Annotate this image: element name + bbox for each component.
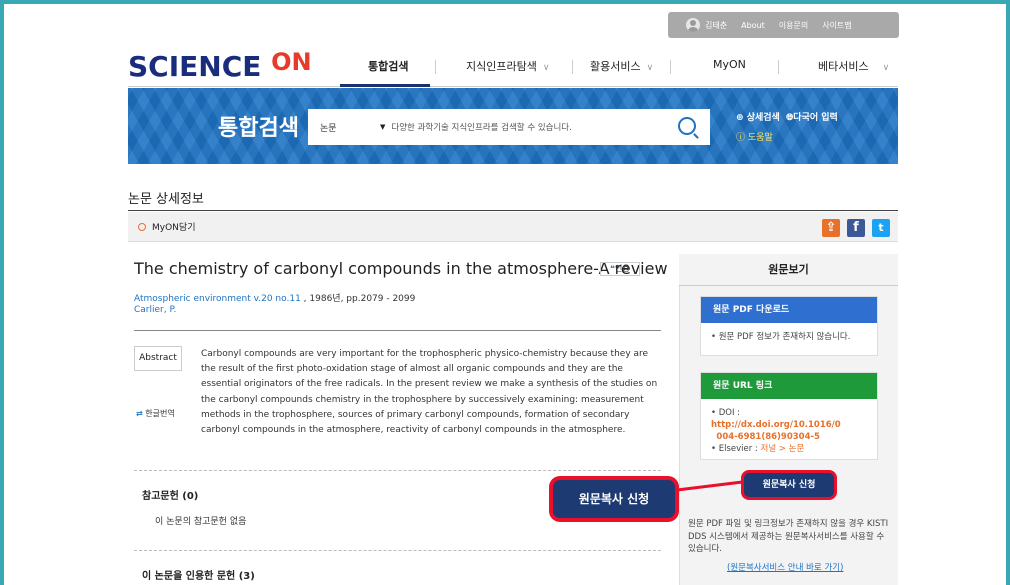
cite-button[interactable]: ❝인용	[600, 262, 640, 276]
nav-item-myon[interactable]: MyON	[713, 58, 746, 71]
references-empty: 이 논문의 참고문헌 없음	[155, 517, 247, 527]
search-box: 논문 ▼ 다양한 과학기술 지식인프라를 검색할 수 있습니다.	[308, 109, 710, 145]
journal-info: Atmospheric environment v.20 no.11 , 198…	[134, 291, 415, 304]
nav-item-services[interactable]: 활용서비스 ∨	[590, 58, 653, 74]
page-title: 논문 상세정보	[128, 192, 204, 207]
nav-divider	[778, 60, 779, 74]
chevron-down-icon: ∨	[646, 63, 654, 73]
doi-link-cont[interactable]: 004-6981(86)90304-5	[716, 432, 820, 442]
logo-accent: ON	[271, 48, 312, 76]
myon-bar: MyON담기	[128, 212, 898, 242]
help-label: 도움말	[747, 133, 773, 143]
info-icon: ⓘ	[736, 133, 746, 143]
advanced-search-label: 상세검색	[746, 113, 780, 123]
chevron-down-icon: ∨	[882, 63, 890, 73]
journal-link[interactable]: Atmospheric environment v.20 no.11	[134, 294, 301, 304]
zoom-plus-icon: ⊕	[736, 113, 744, 123]
copy-service-guide-link[interactable]: (원문복사서비스 안내 바로 가기)	[727, 561, 843, 573]
search-banner: 통합검색 논문 ▼ 다양한 과학기술 지식인프라를 검색할 수 있습니다. ⊕ …	[128, 88, 898, 164]
journal-year-pages: , 1986년, pp.2079 - 2099	[300, 294, 416, 304]
nav-divider	[435, 60, 436, 74]
user-avatar-icon[interactable]	[686, 18, 700, 32]
copy-service-note: 원문 PDF 파일 및 링크정보가 존재하지 않을 경우 KISTI DDS 시…	[688, 519, 889, 554]
doi-link[interactable]: http://dx.doi.org/10.1016/0	[711, 420, 841, 430]
search-input[interactable]: 다양한 과학기술 지식인프라를 검색할 수 있습니다.	[391, 121, 571, 133]
section-divider	[134, 550, 661, 551]
nav-item-knowledge[interactable]: 지식인프라탐색 ∨	[466, 58, 549, 74]
doi-label: DOI :	[718, 408, 741, 418]
nav-item-integrated-search[interactable]: 통합검색	[368, 58, 408, 74]
about-link[interactable]: About	[741, 21, 765, 30]
user-name[interactable]: 김태춘	[705, 20, 727, 31]
search-icon[interactable]	[678, 117, 696, 135]
translate-button[interactable]: ⇄ 한글번역	[136, 408, 175, 419]
banner-title: 통합검색	[218, 116, 299, 141]
search-category-select[interactable]: 논문	[320, 121, 380, 134]
nav-divider	[670, 60, 671, 74]
sitemap-link[interactable]: 사이트맵	[822, 20, 851, 31]
twitter-icon[interactable]: t	[872, 219, 890, 237]
section-divider	[134, 470, 661, 471]
nav-bottom-line	[128, 86, 898, 87]
translate-label: 한글번역	[145, 409, 175, 418]
nav-item-beta[interactable]: 베타서비스 ∨	[818, 58, 889, 74]
utility-bar: 김태춘 About 이용문의 사이트맵	[668, 12, 899, 38]
abstract-tab[interactable]: Abstract	[134, 346, 182, 371]
abstract-text: Carbonyl compounds are very important fo…	[201, 349, 658, 436]
cite-label: 인용	[614, 264, 630, 273]
copy-request-button[interactable]: 원문복사 신청	[744, 473, 834, 497]
nav-label: 지식인프라탐색	[466, 60, 537, 73]
url-link-body: • DOI : http://dx.doi.org/10.1016/0 004-…	[711, 408, 841, 454]
chevron-down-icon: ∨	[542, 63, 550, 73]
elsevier-link[interactable]: 저널 > 논문	[761, 444, 805, 454]
logo-text: SCIENCE	[128, 50, 262, 83]
copy-request-callout[interactable]: 원문복사 신청	[553, 480, 675, 518]
share-icon[interactable]: ⇪	[822, 219, 840, 237]
pdf-download-header: 원문 PDF 다운로드	[701, 297, 877, 323]
nav-label: 활용서비스	[590, 60, 641, 73]
article-title: The chemistry of carbonyl compounds in t…	[134, 259, 668, 278]
main-nav: 통합검색 지식인프라탐색 ∨ 활용서비스 ∨ MyON 베타서비스 ∨	[340, 58, 905, 78]
advanced-search-link[interactable]: ⊕ 상세검색 🌐︎다국어 입력	[736, 110, 838, 123]
references-title: 참고문헌 (0)	[142, 491, 199, 502]
pdf-download-box: 원문 PDF 다운로드 • 원문 PDF 정보가 존재하지 않습니다.	[700, 296, 878, 356]
author-link[interactable]: Carlier, P.	[134, 305, 176, 315]
translate-icon: ⇄	[136, 409, 143, 418]
article-divider	[134, 330, 661, 331]
facebook-icon[interactable]: f	[847, 219, 865, 237]
site-logo[interactable]: SCIENCE ON	[128, 48, 312, 83]
cited-by-title[interactable]: 이 논문을 인용한 문헌 (3)	[142, 567, 255, 582]
multilang-label[interactable]: 다국어 입력	[793, 113, 838, 123]
pdf-download-body: • 원문 PDF 정보가 존재하지 않습니다.	[711, 332, 851, 342]
page-title-divider	[128, 210, 898, 211]
fulltext-panel-title: 원문보기	[679, 254, 898, 286]
myon-add-link[interactable]: MyON담기	[152, 220, 195, 233]
url-link-box: 원문 URL 링크 • DOI : http://dx.doi.org/10.1…	[700, 372, 878, 460]
dropdown-arrow-icon[interactable]: ▼	[380, 123, 385, 131]
guide-link[interactable]: 이용문의	[779, 20, 808, 31]
url-link-header: 원문 URL 링크	[701, 373, 877, 399]
pdf-status-text: 원문 PDF 정보가 존재하지 않습니다.	[718, 332, 851, 342]
help-link[interactable]: ⓘ 도움말	[736, 130, 773, 143]
nav-active-indicator	[340, 84, 430, 87]
nav-divider	[572, 60, 573, 74]
circle-icon	[138, 222, 146, 231]
nav-label: 베타서비스	[818, 60, 869, 73]
elsevier-label: Elsevier :	[718, 444, 761, 454]
